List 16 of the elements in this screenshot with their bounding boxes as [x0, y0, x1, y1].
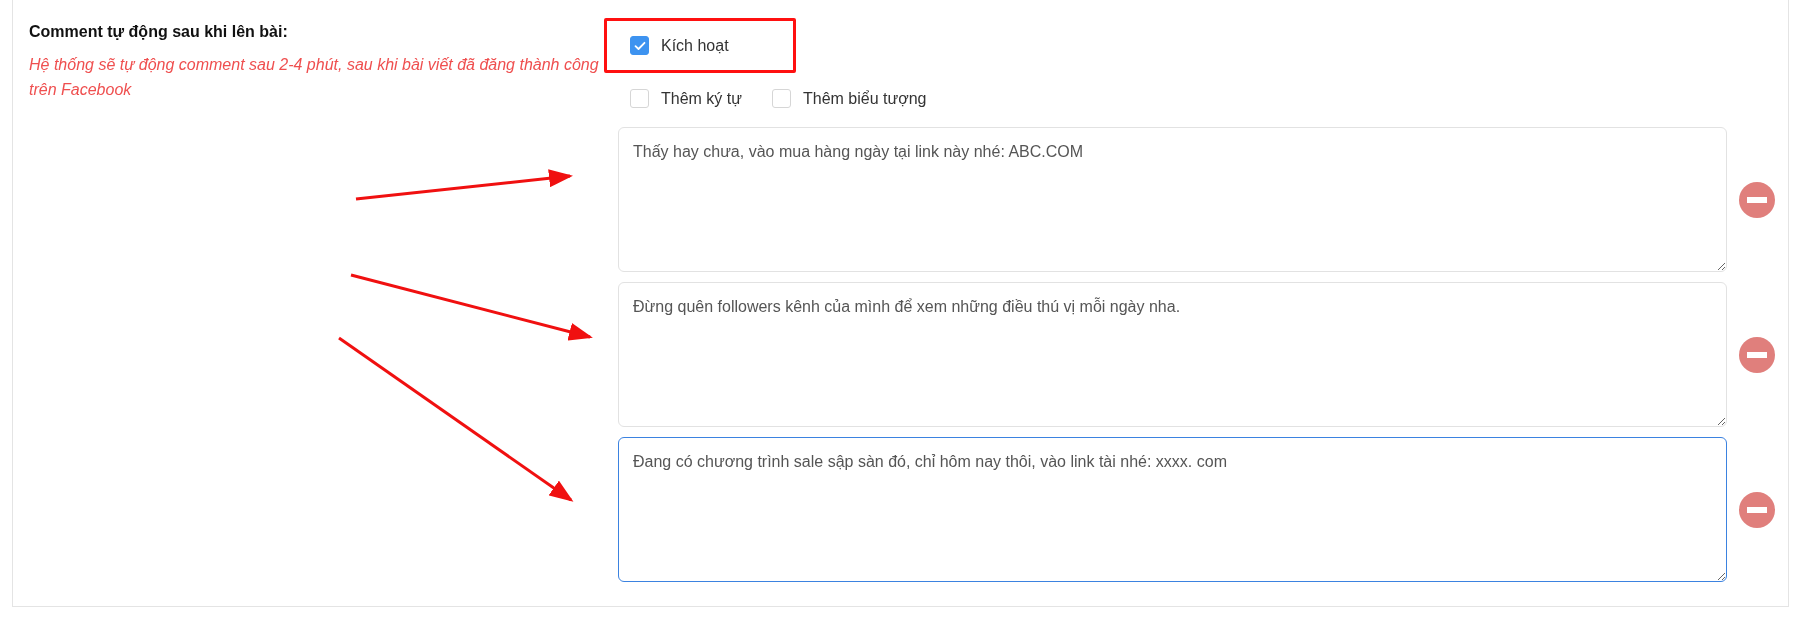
minus-icon: [1747, 196, 1767, 203]
remove-button[interactable]: [1739, 181, 1775, 218]
checkbox-label: Thêm biểu tượng: [802, 88, 927, 109]
minus-icon: [1747, 351, 1767, 358]
check-icon: [633, 40, 646, 51]
section-note: Hệ thống sẽ tự động comment sau 2-4 phút, sau khi bài viết đã đăng thành công trên Facebook: [29, 55, 599, 100]
checkbox-label: Kích hoạt: [661, 35, 729, 56]
minus-icon: [1747, 506, 1767, 513]
comment-field[interactable]: Đừng quên followers kênh của mình để xem những điều thú vị mỗi ngày nha.: [618, 282, 1727, 427]
remove-button[interactable]: [1739, 491, 1775, 528]
section-title: Comment tự động sau khi lên bài:: [29, 22, 289, 42]
remove-button[interactable]: [1739, 336, 1775, 373]
checkbox[interactable]: [630, 36, 649, 55]
comment-field[interactable]: Thấy hay chưa, vào mua hàng ngày tại link này nhé: ABC.COM: [618, 127, 1727, 272]
comment-field[interactable]: Đang có chương trình sale sập sàn đó, chỉ hôm nay thôi, vào link tài nhé: xxxx. com: [618, 437, 1727, 582]
checkbox-label: Thêm ký tự: [661, 88, 742, 109]
